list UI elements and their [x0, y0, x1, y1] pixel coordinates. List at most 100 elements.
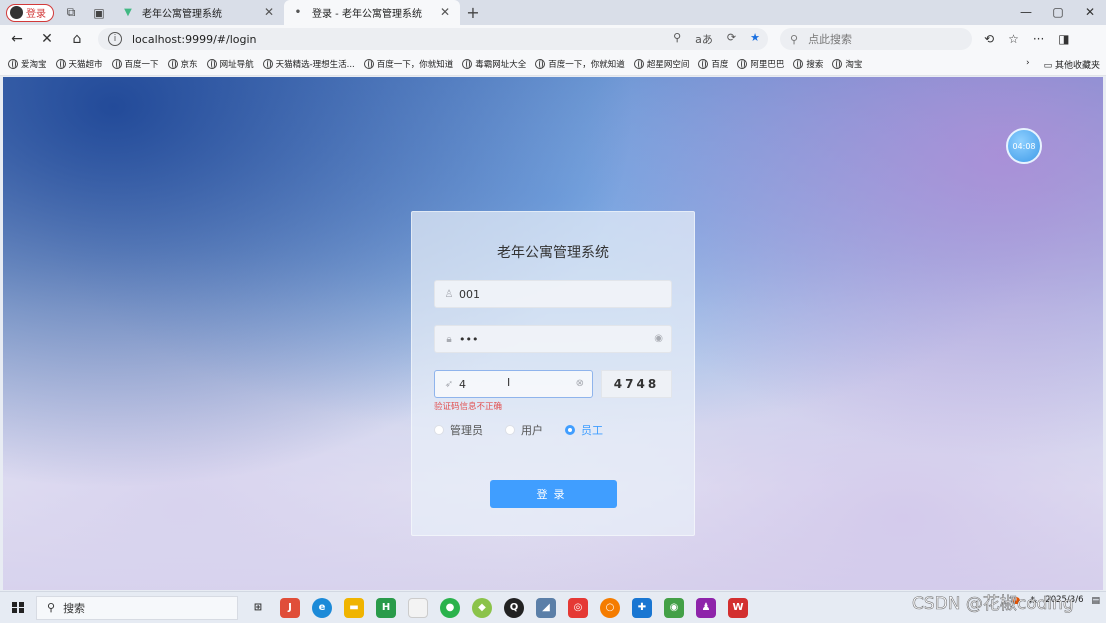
- notification-icon[interactable]: ▤: [1091, 596, 1100, 606]
- split-screen-icon[interactable]: ⟲: [984, 32, 994, 46]
- tool-app-icon[interactable]: ◢: [536, 597, 556, 618]
- more-menu-icon[interactable]: ···: [1033, 32, 1044, 46]
- document-app-icon[interactable]: [408, 597, 428, 618]
- bookmark-item[interactable]: 超星网空间: [633, 58, 689, 70]
- globe-icon: [363, 59, 374, 69]
- clear-circle-icon[interactable]: ⊗: [576, 378, 584, 389]
- other-bookmarks[interactable]: ▭ 其他收藏夹: [1044, 58, 1100, 71]
- qq-icon[interactable]: Q: [504, 597, 524, 618]
- file-explorer-icon[interactable]: ▬: [344, 597, 364, 618]
- radio-icon: [434, 425, 444, 435]
- home-icon[interactable]: ⌂: [64, 31, 90, 47]
- wechat-icon[interactable]: ●: [440, 597, 460, 618]
- tab-system[interactable]: ▼ 老年公寓管理系统 ✕: [114, 0, 284, 25]
- browser-search-box[interactable]: ⚲ 点此搜索: [780, 28, 972, 50]
- refresh-icon[interactable]: ⟳: [727, 31, 736, 47]
- globe-icon: [167, 59, 178, 69]
- globe-icon: [535, 59, 546, 69]
- chrome-icon[interactable]: ○: [600, 597, 620, 618]
- page-title: 老年公寓管理系统: [497, 245, 609, 261]
- globe-icon: [633, 59, 644, 69]
- chevron-right-icon[interactable]: ›: [1026, 58, 1030, 71]
- workspaces-icon[interactable]: ⧉: [60, 3, 82, 23]
- bookmark-item[interactable]: 百度: [698, 58, 728, 70]
- browser-tab-strip: 登录 ⧉ ▣ ▼ 老年公寓管理系统 ✕ • 登录 - 老年公寓管理系统 ✕ + …: [0, 0, 1106, 25]
- tab-actions-icon[interactable]: ▣: [88, 3, 110, 23]
- netease-music-icon[interactable]: ◎: [568, 597, 588, 618]
- bookmark-item[interactable]: 京东: [167, 58, 198, 70]
- minimize-icon[interactable]: —: [1010, 0, 1042, 25]
- globe-icon: [111, 59, 122, 69]
- intellij-app-icon[interactable]: J: [280, 597, 300, 618]
- restore-icon[interactable]: ▢: [1042, 0, 1074, 25]
- hbuilder-icon[interactable]: H: [376, 597, 396, 618]
- login-button[interactable]: 登录: [490, 480, 617, 508]
- site-info-icon[interactable]: i: [108, 32, 122, 46]
- login-card: 老年公寓管理系统 ♙ 001 🔒︎ ••• ◉ ➶ 4 I ⊗ 4748 验证码…: [411, 211, 695, 536]
- globe-icon: [8, 59, 18, 69]
- back-arrow-icon[interactable]: ←: [4, 31, 30, 47]
- tab-title: 登录 - 老年公寓管理系统: [312, 9, 422, 20]
- tab-close-icon[interactable]: ✕: [264, 5, 274, 19]
- bookmark-item[interactable]: 阿里巴巴: [737, 58, 784, 70]
- text-cursor-icon: I: [507, 376, 511, 389]
- key-icon[interactable]: ⚲: [673, 31, 681, 47]
- stop-loading-icon[interactable]: ✕: [34, 31, 60, 47]
- window-controls: — ▢ ✕: [1010, 0, 1106, 25]
- task-view-icon[interactable]: ⊞: [248, 598, 268, 618]
- captcha-error-message: 验证码信息不正确: [434, 402, 503, 412]
- globe-icon: [737, 59, 748, 69]
- bookmark-item[interactable]: 百度一下，你就知道: [535, 58, 625, 70]
- password-field[interactable]: 🔒︎ ••• ◉: [434, 325, 672, 353]
- green-app-icon[interactable]: ◆: [472, 597, 492, 618]
- globe-icon: [698, 59, 709, 69]
- bookmark-item[interactable]: 搜索: [793, 58, 823, 70]
- bookmark-item[interactable]: 百度一下: [111, 58, 159, 70]
- login-page: 04:08 老年公寓管理系统 ♙ 001 🔒︎ ••• ◉ ➶ 4 I ⊗ 47…: [3, 77, 1103, 590]
- bookmark-item[interactable]: 淘宝: [832, 58, 862, 70]
- captcha-code[interactable]: 4748: [601, 370, 672, 398]
- tab-title: 老年公寓管理系统: [142, 9, 222, 20]
- username-field[interactable]: ♙ 001: [434, 280, 672, 308]
- eye-icon[interactable]: ◉: [654, 333, 663, 344]
- read-aloud-icon[interactable]: aあ: [695, 31, 713, 47]
- url-text: localhost:9999/#/login: [132, 32, 257, 46]
- windows-start-icon[interactable]: [12, 601, 24, 614]
- radio-icon: [505, 425, 515, 435]
- profile-button[interactable]: 登录: [6, 3, 54, 22]
- avatar: [10, 6, 23, 19]
- android-app-icon[interactable]: ◉: [664, 597, 684, 618]
- globe-icon: [55, 59, 66, 69]
- taskbar-search[interactable]: ⚲ 搜索: [36, 595, 238, 620]
- profile-label: 登录: [26, 9, 46, 20]
- bookmark-item[interactable]: 网址导航: [206, 58, 254, 70]
- radio-checked-icon: [565, 425, 575, 435]
- wps-icon[interactable]: W: [728, 597, 748, 618]
- user-app-icon[interactable]: ♟: [696, 597, 716, 618]
- bookmark-item[interactable]: 天猫精选-理想生活...: [262, 58, 355, 70]
- captcha-input-value: 4: [459, 377, 466, 391]
- bookmark-item[interactable]: 爱淘宝: [8, 58, 47, 70]
- floating-clock[interactable]: 04:08: [1006, 128, 1042, 164]
- bookmark-item[interactable]: 毒霸网址大全: [462, 58, 526, 70]
- sidebar-icon[interactable]: ◨: [1058, 32, 1069, 46]
- role-radio-user[interactable]: 用户: [505, 422, 543, 438]
- send-arrow-icon: ➶: [444, 378, 454, 390]
- new-tab-button[interactable]: +: [460, 3, 486, 22]
- favorite-star-icon[interactable]: ★: [750, 31, 760, 47]
- close-window-icon[interactable]: ✕: [1074, 0, 1106, 25]
- captcha-input[interactable]: ➶ 4 I ⊗: [434, 370, 593, 398]
- blue-app-icon[interactable]: ✚: [632, 597, 652, 618]
- lock-icon: 🔒︎: [446, 333, 452, 345]
- role-radio-staff[interactable]: 员工: [565, 422, 603, 438]
- globe-icon: [832, 59, 843, 69]
- role-radio-admin[interactable]: 管理员: [434, 422, 483, 438]
- bookmark-item[interactable]: 百度一下，你就知道: [363, 58, 453, 70]
- tab-close-icon[interactable]: ✕: [440, 5, 450, 19]
- tab-login[interactable]: • 登录 - 老年公寓管理系统 ✕: [284, 0, 460, 25]
- role-radio-group: 管理员 用户 员工: [434, 422, 603, 438]
- edge-browser-icon[interactable]: e: [312, 597, 332, 618]
- address-bar[interactable]: i localhost:9999/#/login ⚲ aあ ⟳ ★: [98, 28, 768, 50]
- bookmark-item[interactable]: 天猫超市: [55, 58, 103, 70]
- favorites-list-icon[interactable]: ☆: [1008, 32, 1019, 46]
